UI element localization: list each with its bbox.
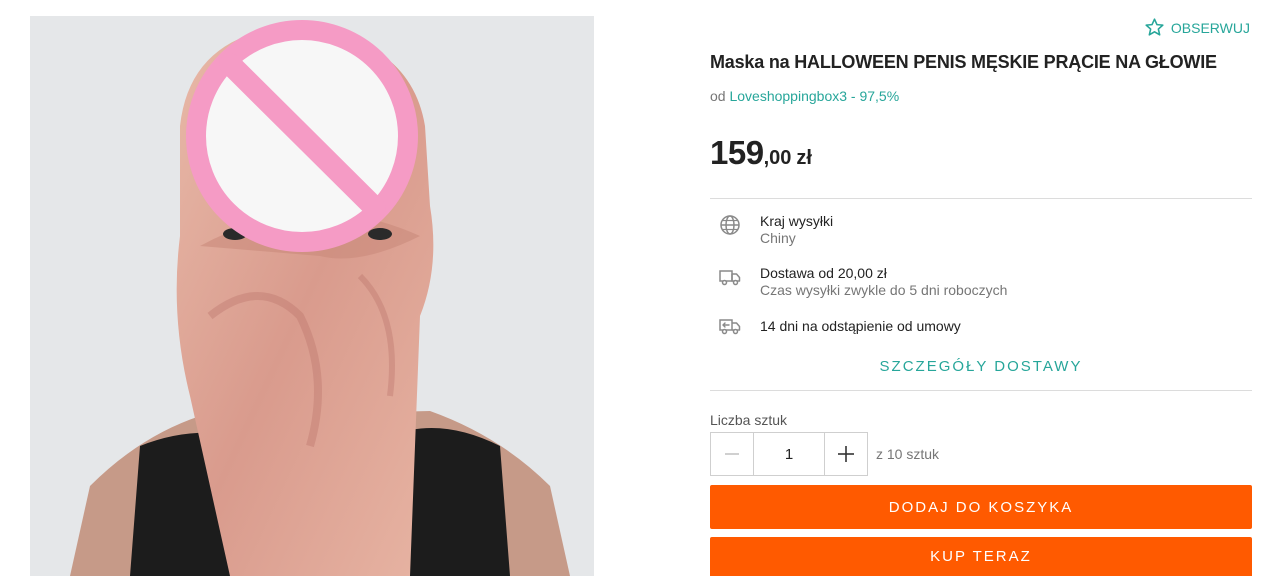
plus-icon [838,446,854,462]
divider [710,198,1252,199]
price-decimal: ,00 [763,147,792,169]
delivery-label: Dostawa od 20,00 zł [760,265,887,281]
minus-icon [725,453,739,455]
seller-prefix: od [710,88,726,104]
price-integer: 159 [710,134,764,171]
product-image[interactable] [30,16,594,576]
product-photo [30,16,594,576]
quantity-available: z 10 sztuk [876,446,940,462]
delivery-time: Czas wysyłki zwykle do 5 dni roboczych [760,282,1008,298]
shipping-country-row: Kraj wysyłki Chiny [718,213,833,247]
divider [710,390,1252,391]
watch-button[interactable]: OBSERWUJ [1144,17,1250,38]
delivery-row: Dostawa od 20,00 zł Czas wysyłki zwykle … [718,265,1007,299]
buy-now-button[interactable]: KUP TERAZ [710,537,1252,576]
quantity-stepper [710,432,868,476]
increase-quantity-button[interactable] [824,433,867,475]
decrease-quantity-button[interactable] [711,433,754,475]
watch-label: OBSERWUJ [1170,19,1250,36]
quantity-input[interactable] [754,433,824,475]
shipping-details-link[interactable]: SZCZEGÓŁY DOSTAWY [710,358,1252,375]
return-icon [718,314,748,338]
price-currency: zł [796,147,812,169]
returns-text: 14 dni na odstąpienie od umowy [760,318,961,334]
prohibited-censor-icon [186,20,418,252]
truck-icon [718,265,748,289]
globe-icon [718,213,748,237]
product-info: OBSERWUJ Maska na HALLOWEEN PENIS MĘSKIE… [710,0,1252,576]
returns-row: 14 dni na odstąpienie od umowy [718,314,961,338]
shipping-country-label: Kraj wysyłki [760,213,834,229]
star-outline-icon [1145,18,1164,36]
add-to-cart-button[interactable]: DODAJ DO KOSZYKA [710,485,1252,529]
seller-line: od Loveshoppingbox3 - 97,5% [710,88,899,104]
price: 159,00 zł [710,134,812,172]
shipping-country-value: Chiny [760,230,796,246]
product-title: Maska na HALLOWEEN PENIS MĘSKIE PRĄCIE N… [710,52,1217,72]
seller-link[interactable]: Loveshoppingbox3 - 97,5% [729,88,899,104]
quantity-label: Liczba sztuk [710,412,788,428]
